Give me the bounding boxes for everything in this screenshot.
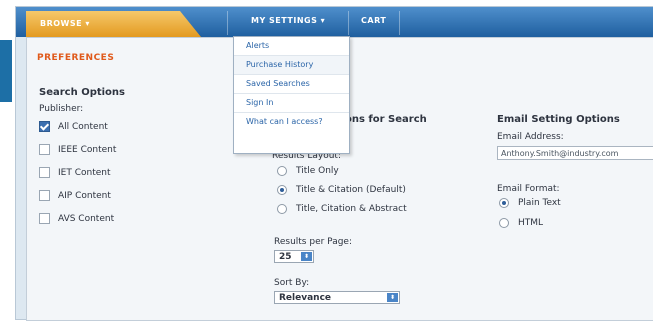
- sort-by-select[interactable]: Relevance ⬍: [274, 291, 400, 304]
- publisher-label: Publisher:: [39, 104, 84, 114]
- nav-divider: [348, 11, 349, 35]
- publisher-option-label: All Content: [58, 121, 108, 132]
- layout-option-label: Title & Citation (Default): [296, 185, 406, 195]
- menu-item-saved-searches[interactable]: Saved Searches: [234, 75, 349, 94]
- checkbox[interactable]: [39, 213, 50, 224]
- radio-selected[interactable]: [499, 198, 509, 208]
- top-navbar: BROWSE ▾ MY SETTINGS ▾ CART: [16, 7, 653, 37]
- my-settings-dropdown: Alerts Purchase History Saved Searches S…: [233, 36, 350, 154]
- menu-item-sign-in[interactable]: Sign In: [234, 94, 349, 113]
- email-format-label: Email Format:: [497, 184, 560, 194]
- results-per-page-label: Results per Page:: [274, 237, 352, 247]
- select-arrows-icon: ⬍: [301, 252, 312, 261]
- publisher-option[interactable]: All Content: [39, 121, 108, 132]
- radio[interactable]: [499, 218, 509, 228]
- publisher-option[interactable]: AVS Content: [39, 213, 114, 224]
- results-per-page-select[interactable]: 25 ⬍: [274, 250, 314, 263]
- select-arrows-icon: ⬍: [387, 293, 398, 302]
- publisher-option[interactable]: AIP Content: [39, 190, 111, 201]
- layout-option[interactable]: Title & Citation (Default): [277, 185, 406, 195]
- search-options-heading: Search Options: [39, 87, 126, 98]
- preferences-title: PREFERENCES: [37, 53, 115, 63]
- radio[interactable]: [277, 204, 287, 214]
- menu-item-what-can-i-access[interactable]: What can I access?: [234, 113, 349, 133]
- layout-option[interactable]: Title Only: [277, 166, 339, 176]
- publisher-option-label: IEEE Content: [58, 144, 117, 155]
- layout-option-label: Title Only: [296, 166, 339, 176]
- browse-tab-label: BROWSE ▾: [40, 19, 90, 28]
- menu-item-purchase-history[interactable]: Purchase History: [234, 56, 349, 75]
- email-format-option[interactable]: HTML: [499, 218, 543, 228]
- publisher-option-label: IET Content: [58, 167, 111, 178]
- email-address-label: Email Address:: [497, 132, 564, 142]
- layout-option-label: Title, Citation & Abstract: [296, 204, 407, 214]
- publisher-option[interactable]: IEEE Content: [39, 144, 116, 155]
- menu-item-alerts[interactable]: Alerts: [234, 37, 349, 56]
- my-settings-tab[interactable]: MY SETTINGS ▾: [251, 16, 325, 25]
- radio-selected[interactable]: [277, 185, 287, 195]
- cart-tab[interactable]: CART: [361, 16, 386, 25]
- email-address-field[interactable]: Anthony.Smith@industry.com: [497, 146, 653, 160]
- publisher-option-label: AVS Content: [58, 213, 115, 224]
- browse-tab[interactable]: BROWSE ▾: [26, 11, 201, 37]
- nav-divider: [399, 11, 400, 35]
- layout-option[interactable]: Title, Citation & Abstract: [277, 204, 407, 214]
- email-format-label-text: HTML: [518, 218, 544, 228]
- checkbox[interactable]: [39, 190, 50, 201]
- left-accent-bar: [0, 40, 12, 102]
- email-format-label-text: Plain Text: [518, 198, 561, 208]
- nav-divider: [227, 11, 228, 35]
- email-options-heading: Email Setting Options: [497, 114, 620, 125]
- sort-by-value: Relevance: [279, 293, 332, 303]
- display-options-heading: ons for Search: [345, 114, 427, 125]
- radio[interactable]: [277, 166, 287, 176]
- checkbox[interactable]: [39, 167, 50, 178]
- publisher-option-label: AIP Content: [58, 190, 111, 201]
- checkbox[interactable]: [39, 144, 50, 155]
- sort-by-label: Sort By:: [274, 278, 310, 288]
- checkbox-checked[interactable]: [39, 121, 50, 132]
- publisher-option[interactable]: IET Content: [39, 167, 111, 178]
- results-per-page-value: 25: [279, 252, 292, 262]
- email-format-option[interactable]: Plain Text: [499, 198, 561, 208]
